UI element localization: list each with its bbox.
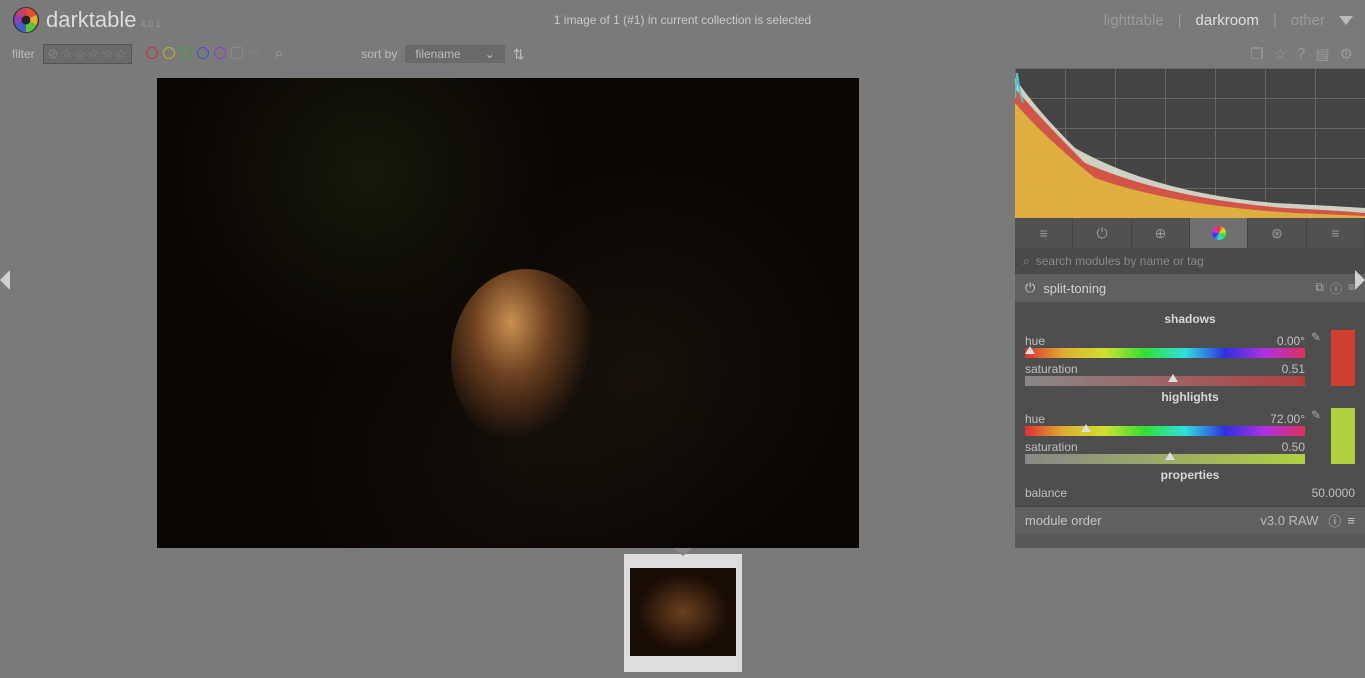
sort-value: filename [415, 47, 460, 61]
star-icon[interactable]: ☆ [88, 46, 100, 62]
image-canvas-area [0, 68, 1015, 548]
star-toggle-icon[interactable]: ☆ [1274, 45, 1287, 63]
color-label-purple[interactable] [214, 47, 226, 59]
highlights-hue-slider[interactable] [1025, 426, 1305, 436]
module-order-value: v3.0 RAW [1260, 513, 1318, 528]
nav-lighttable[interactable]: lighttable [1104, 12, 1164, 29]
histogram[interactable] [1015, 68, 1365, 218]
reset-icon[interactable]: ⓘ [1328, 511, 1341, 530]
nav-sep: | [1178, 12, 1182, 29]
search-icon[interactable]: ⌕ [274, 45, 283, 63]
shadows-hue-value: 0.00° [1277, 334, 1305, 348]
highlights-sat-value: 0.50 [1282, 440, 1305, 454]
settings-icon[interactable]: ⚙ [1340, 45, 1353, 63]
star-icon[interactable]: ☆ [115, 46, 127, 62]
app-title: darktable [46, 7, 137, 33]
thumbnail-image [630, 568, 736, 656]
star-filter[interactable]: ⊘ ☆ ☆ ☆ ☆ ☆ [43, 44, 132, 64]
star-icon[interactable]: ☆ [74, 46, 86, 62]
shadows-sat-value: 0.51 [1282, 362, 1305, 376]
top-bar: darktable 4.0.1 1 image of 1 (#1) in cur… [0, 0, 1365, 40]
right-panel: ≡ ⏻ ⊕ ⊛ ≡ ⌕ search modules by name or ta… [1015, 68, 1365, 548]
presets-icon[interactable]: ▤ [1315, 45, 1329, 63]
color-label-filters: ◠ [146, 47, 258, 61]
module-title: split-toning [1043, 281, 1106, 296]
app-logo-icon [12, 6, 40, 34]
module-group-tabs: ≡ ⏻ ⊕ ⊛ ≡ [1015, 218, 1365, 248]
reject-icon[interactable]: ⊘ [48, 46, 59, 62]
color-label-red[interactable] [146, 47, 158, 59]
status-text: 1 image of 1 (#1) in current collection … [554, 13, 811, 27]
collapse-right-panel-icon[interactable] [1355, 270, 1365, 290]
overlay-icon[interactable]: ❐ [1250, 45, 1263, 63]
power-icon[interactable]: ⏻ [1025, 280, 1035, 296]
search-icon: ⌕ [1023, 254, 1030, 269]
tab-base[interactable]: ⊕ [1132, 218, 1190, 248]
filter-label: filter [12, 47, 35, 61]
reset-icon[interactable]: ⓘ [1330, 280, 1342, 297]
sort-dropdown[interactable]: filename ⌄ [405, 45, 504, 63]
balance-value: 50.0000 [1312, 486, 1355, 500]
tab-quick[interactable]: ≡ [1015, 218, 1073, 248]
app-version: 4.0.1 [141, 19, 161, 29]
tab-color[interactable] [1190, 218, 1248, 248]
tab-effect[interactable]: ≡ [1307, 218, 1365, 248]
tab-correct[interactable]: ⊛ [1248, 218, 1306, 248]
help-icon[interactable]: ? [1297, 45, 1305, 63]
highlights-section-title: highlights [1025, 390, 1355, 404]
star-icon[interactable]: ☆ [61, 46, 73, 62]
image-preview[interactable] [157, 78, 859, 556]
dropdown-icon[interactable] [1339, 16, 1353, 25]
shadows-sat-label: saturation [1025, 362, 1078, 376]
preset-menu-icon[interactable]: ≡ [1347, 513, 1355, 528]
preset-menu-icon[interactable]: ≡ [1348, 280, 1355, 297]
filter-toolbar: filter ⊘ ☆ ☆ ☆ ☆ ☆ ◠ ⌕ sort by filename … [0, 40, 1365, 68]
shadows-section-title: shadows [1025, 312, 1355, 326]
highlights-sat-slider[interactable] [1025, 454, 1305, 464]
tab-active[interactable]: ⏻ [1073, 218, 1131, 248]
color-wheel-icon [1212, 226, 1226, 240]
properties-section-title: properties [1025, 468, 1355, 482]
module-order-header[interactable]: module order v3.0 RAW ⓘ ≡ [1015, 506, 1365, 534]
sort-direction-icon[interactable]: ⇅ [513, 46, 525, 63]
highlights-color-swatch[interactable] [1331, 408, 1355, 464]
color-label-blue[interactable] [197, 47, 209, 59]
thumbnail[interactable] [624, 554, 742, 672]
color-picker-icon[interactable]: ✎ [1311, 408, 1325, 464]
balance-label: balance [1025, 486, 1067, 500]
shadows-color-swatch[interactable] [1331, 330, 1355, 386]
shadows-sat-slider[interactable] [1025, 376, 1305, 386]
filmstrip [0, 548, 1365, 678]
current-image-indicator-icon [673, 548, 693, 556]
module-split-toning-body: shadows hue 0.00° saturation 0.51 ✎ highli… [1015, 302, 1365, 506]
nav-other[interactable]: other [1291, 12, 1325, 29]
color-label-green[interactable] [180, 47, 192, 59]
shadows-hue-slider[interactable] [1025, 348, 1305, 358]
module-order-label: module order [1025, 513, 1102, 528]
highlights-hue-value: 72.00° [1270, 412, 1305, 426]
highlights-sat-label: saturation [1025, 440, 1078, 454]
star-icon[interactable]: ☆ [102, 46, 114, 62]
nav-sep: | [1273, 12, 1277, 29]
highlights-hue-label: hue [1025, 412, 1045, 426]
color-picker-icon[interactable]: ✎ [1311, 330, 1325, 386]
nav-darkroom[interactable]: darkroom [1196, 12, 1259, 29]
color-label-gray[interactable] [231, 47, 243, 59]
instance-icon[interactable]: ⧉ [1315, 280, 1324, 297]
module-search[interactable]: ⌕ search modules by name or tag [1015, 248, 1365, 274]
chevron-down-icon: ⌄ [485, 47, 495, 61]
color-label-yellow[interactable] [163, 47, 175, 59]
view-switcher: lighttable | darkroom | other [1104, 12, 1353, 29]
sort-label: sort by [361, 47, 397, 61]
color-label-arc-icon[interactable]: ◠ [248, 47, 258, 61]
module-split-toning-header[interactable]: ⏻ split-toning ⧉ ⓘ ≡ [1015, 274, 1365, 302]
module-search-placeholder: search modules by name or tag [1036, 254, 1204, 268]
